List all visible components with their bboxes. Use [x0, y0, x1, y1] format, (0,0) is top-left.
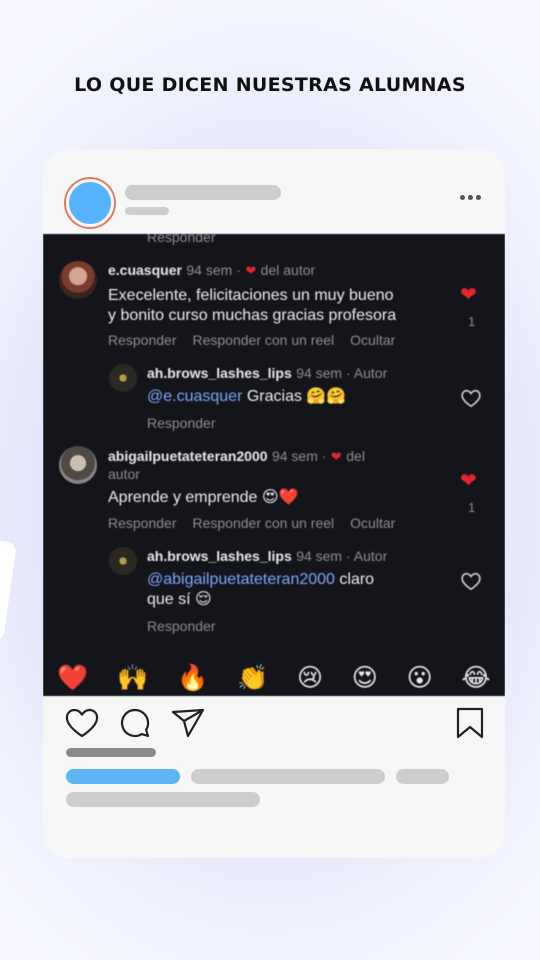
author-liked-label: del [346, 448, 365, 464]
comment-text-line: y bonito curso muchas gracias profesora [108, 307, 397, 324]
reply-with-reel-button[interactable]: Responder con un reel [193, 332, 335, 348]
emoji-reaction-bar: ❤️ 🙌 🔥 👏 😢 😍 😮 😂 [43, 660, 505, 696]
comment-time: 94 sem · [186, 262, 241, 278]
author-avatar [109, 364, 137, 392]
reply-text: @e.cuasquer Gracias 🤗🤗 [147, 387, 346, 407]
comment-header: e.cuasquer 94 sem · ❤ del autor [108, 262, 315, 280]
profile-avatar[interactable] [66, 179, 114, 227]
top-respond-link: Responder [147, 234, 216, 245]
reaction-fire-emoji[interactable]: 🔥 [177, 664, 208, 693]
author-heart-icon: ❤ [330, 449, 342, 464]
reply-username: ah.brows_lashes_lips [147, 548, 292, 564]
likes-placeholder [66, 748, 156, 757]
post-actions-bar [65, 707, 485, 741]
heart-outline-icon[interactable] [460, 571, 482, 591]
more-icon[interactable] [460, 195, 481, 200]
comment-header: abigailpuetateteran2000 94 sem · ❤ del [108, 448, 365, 466]
comment-username: e.cuasquer [108, 262, 182, 278]
heart-icon[interactable]: ❤ [460, 282, 477, 307]
caption-username-placeholder [66, 769, 180, 784]
reaction-laugh-emoji[interactable]: 😂 [461, 663, 490, 693]
reply-text: @abigailpuetateteran2000 claro [147, 570, 374, 590]
reply-text-line: que sí 😌 [147, 591, 212, 608]
reaction-raised-hands-emoji[interactable]: 🙌 [117, 664, 148, 693]
reply-username: ah.brows_lashes_lips [147, 365, 292, 381]
hide-button[interactable]: Ocultar [350, 515, 395, 531]
reply-button[interactable]: Responder [147, 415, 216, 431]
author-liked-label-cont: autor [108, 466, 140, 482]
reaction-wow-emoji[interactable]: 😮 [407, 663, 433, 693]
author-heart-icon: ❤ [245, 263, 257, 278]
author-avatar [109, 547, 137, 575]
reaction-clap-emoji[interactable]: 👏 [237, 664, 268, 693]
heart-icon[interactable]: ❤ [460, 468, 477, 493]
reply-with-reel-button[interactable]: Responder con un reel [193, 515, 335, 531]
reply-header: ah.brows_lashes_lips 94 sem · Autor [147, 365, 387, 383]
reply-header: ah.brows_lashes_lips 94 sem · Autor [147, 548, 387, 566]
page-headline: LO QUE DICEN NUESTRAS ALUMNAS [74, 74, 466, 96]
mention-link[interactable]: @abigailpuetateteran2000 [147, 571, 335, 588]
username-placeholder [125, 185, 281, 200]
comment-icon[interactable] [119, 707, 151, 739]
reaction-heart-emoji[interactable]: ❤️ [57, 664, 88, 693]
post-image-comments-screenshot: Responder e.cuasquer 94 sem · ❤ del auto… [43, 234, 505, 696]
heart-outline-icon[interactable] [460, 388, 482, 408]
decorative-side-shape [0, 537, 17, 643]
instagram-post-card: Responder e.cuasquer 94 sem · ❤ del auto… [43, 149, 505, 858]
reply-button[interactable]: Responder [147, 618, 216, 634]
reaction-cry-emoji[interactable]: 😢 [297, 663, 323, 693]
share-icon[interactable] [171, 707, 205, 739]
bookmark-icon[interactable] [455, 707, 485, 739]
like-count: 1 [468, 314, 476, 329]
mention-link[interactable]: @e.cuasquer [147, 388, 242, 405]
caption-text-placeholder [191, 769, 385, 784]
reaction-heart-eyes-emoji[interactable]: 😍 [352, 663, 378, 693]
reply-meta: 94 sem · Autor [296, 365, 388, 381]
heart-icon[interactable] [65, 707, 99, 739]
commenter-avatar [59, 261, 97, 299]
reply-button[interactable]: Responder [108, 515, 177, 531]
subtitle-placeholder [125, 207, 169, 215]
comment-actions: Responder Responder con un reel Ocultar [108, 515, 395, 531]
caption-text-placeholder [396, 769, 449, 784]
commenter-avatar [59, 446, 97, 484]
comment-actions: Responder Responder con un reel Ocultar [108, 332, 395, 348]
comment-text-line: Execelente, felicitaciones un muy bueno [108, 287, 394, 304]
like-count: 1 [468, 500, 476, 515]
hide-button[interactable]: Ocultar [350, 332, 395, 348]
comment-text-line: Aprende y emprende 😍❤️ [108, 489, 299, 506]
comment-time: 94 sem · [271, 448, 327, 464]
reply-meta: 94 sem · Autor [296, 548, 388, 564]
reply-button[interactable]: Responder [108, 332, 177, 348]
author-liked-label: del autor [260, 262, 316, 278]
reply-body: Gracias 🤗🤗 [242, 388, 347, 405]
caption-text-placeholder [66, 792, 260, 807]
reply-body: claro [334, 571, 375, 588]
comment-username: abigailpuetateteran2000 [108, 448, 268, 464]
